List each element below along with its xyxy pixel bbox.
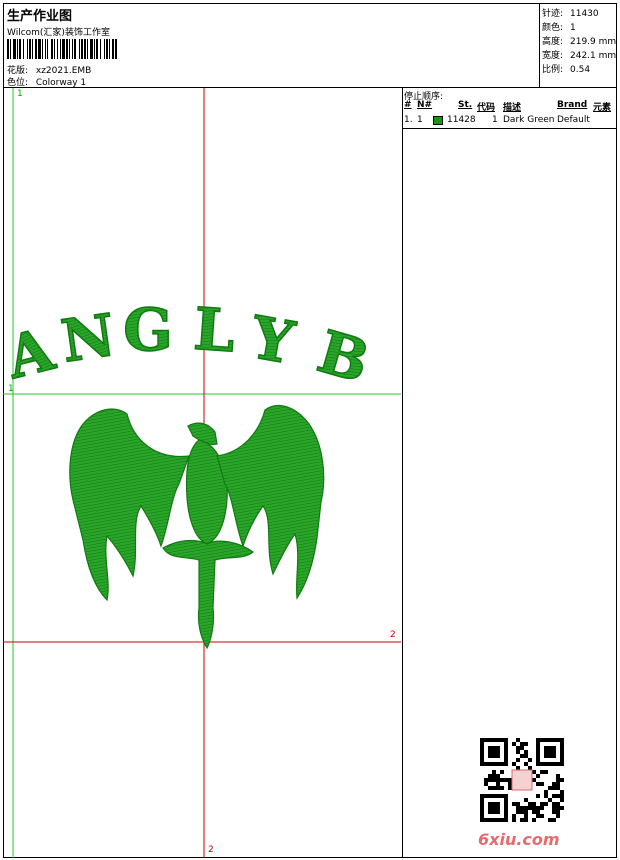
colorway-value: Colorway 1 [35, 78, 87, 88]
table-row[interactable]: 1. 1 11428 1 Dark Green Default [403, 115, 617, 128]
company-name: Wilcom(汇家)装饰工作室 [7, 28, 110, 38]
barcode [7, 39, 117, 59]
marker-green-top: 1 [17, 89, 23, 99]
row-needle: 1 [417, 115, 423, 125]
row-brand: Default [557, 115, 590, 125]
col-index: # [404, 100, 412, 110]
row-code: 1 [492, 115, 498, 125]
row-description: Dark Green [503, 115, 555, 125]
watermark-logo: 6xiu.com [478, 830, 560, 849]
stop-sequence-header: # N# St. 代码 描述 Brand 元素 [403, 100, 617, 114]
panel-divider [403, 128, 617, 129]
letter-y: Y [245, 303, 299, 377]
row-index: 1. [404, 115, 413, 125]
stat-stitches: 针迹: 11430 [542, 9, 599, 19]
thread-color-swatch [433, 116, 443, 125]
marker-red-bottom: 2 [208, 845, 214, 855]
letter-b: B [311, 317, 377, 396]
row-stitches: 11428 [447, 115, 476, 125]
stat-colors: 颜色: 1 [542, 23, 576, 33]
stat-scale: 比例: 0.54 [542, 65, 591, 75]
marker-green-left: 1 [8, 384, 14, 394]
letter-g: G [123, 296, 173, 364]
col-stitches: St. [458, 100, 473, 110]
col-needle: N# [417, 100, 433, 110]
stat-height: 高度: 219.9 mm [542, 37, 617, 47]
marker-red-right: 2 [390, 630, 396, 640]
letter-l: L [192, 295, 237, 366]
bat-emblem [69, 405, 325, 650]
col-brand: Brand [557, 100, 588, 110]
sheet-title: 生产作业图 [7, 9, 73, 24]
stat-width: 宽度: 242.1 mm [542, 51, 617, 61]
letter-n: N [57, 301, 119, 376]
col-description: 描述 [503, 103, 522, 113]
colorway-label: 色位: [7, 78, 29, 88]
col-code: 代码 [477, 103, 496, 113]
colorway-row: 色位: Colorway 1 [7, 75, 86, 88]
letter-a: A [3, 315, 61, 392]
header-left: 生产作业图 Wilcom(汇家)装饰工作室 花版: xz2021.EMB 色位:… [3, 3, 540, 88]
embroidery-preview: AN G L Y B [3, 88, 401, 858]
design-canvas[interactable]: ANGLYB 1 1 2 2 [3, 88, 403, 858]
col-element: 元素 [593, 103, 612, 113]
lettering-arc: AN G L Y B [3, 294, 377, 397]
header-stats: 针迹: 11430 颜色: 1 高度: 219.9 mm 宽度: 242.1 mm 比例… [540, 3, 617, 88]
qr-code [480, 738, 564, 822]
